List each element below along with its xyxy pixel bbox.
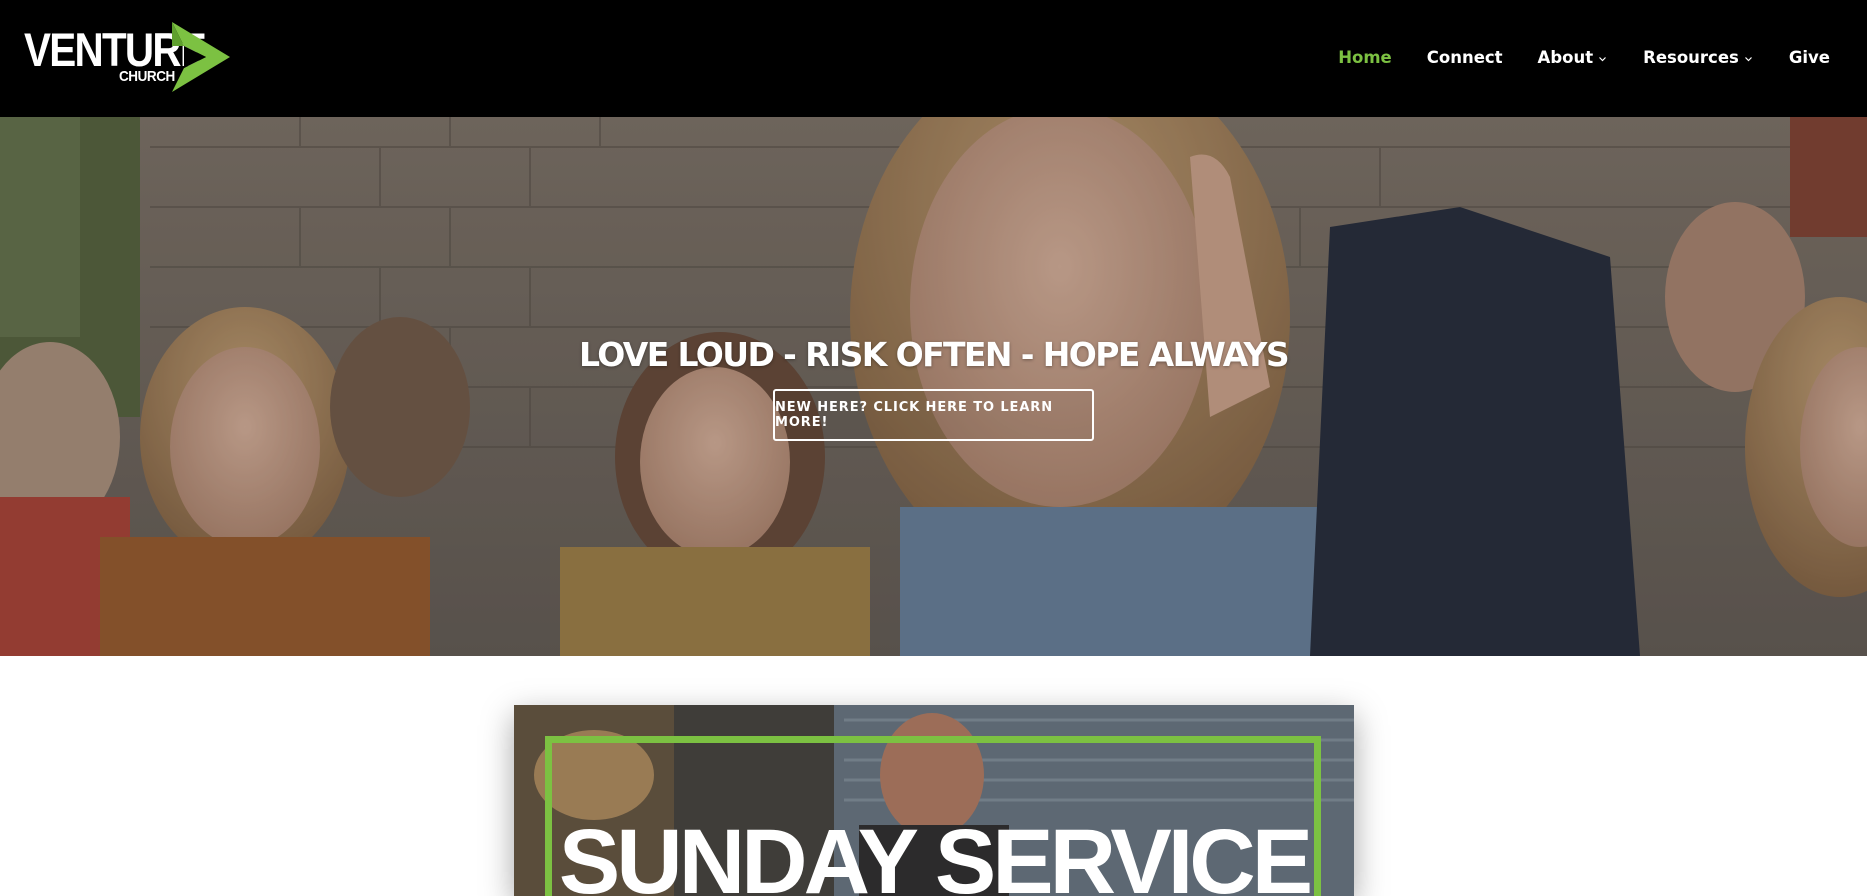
nav-item-label: Connect xyxy=(1426,48,1503,67)
nav-item-label: Home xyxy=(1338,48,1392,67)
nav-item-resources[interactable]: Resources xyxy=(1643,46,1754,70)
nav-item-label: About xyxy=(1537,48,1594,67)
main-navigation: Home Connect About Resources Give xyxy=(1303,46,1830,70)
learn-more-button[interactable]: NEW HERE? CLICK HERE TO LEARN MORE! xyxy=(773,389,1094,441)
play-triangle-icon xyxy=(172,22,230,92)
hero-banner: LOVE LOUD - RISK OFTEN - HOPE ALWAYS NEW… xyxy=(0,117,1867,656)
venture-church-logo[interactable]: VENTURE CHURCH xyxy=(24,22,230,94)
nav-item-about[interactable]: About xyxy=(1538,46,1609,70)
nav-item-give[interactable]: Give xyxy=(1789,46,1830,70)
nav-item-label: Resources xyxy=(1643,48,1739,67)
nav-item-connect[interactable]: Connect xyxy=(1427,46,1503,70)
site-header: VENTURE CHURCH Home Connect About Resour… xyxy=(0,0,1867,117)
hero-title: LOVE LOUD - RISK OFTEN - HOPE ALWAYS xyxy=(578,335,1290,374)
service-title: SUNDAY SERVICE xyxy=(558,811,1313,896)
chevron-down-icon xyxy=(1599,57,1607,62)
sunday-service-card[interactable]: SUNDAY SERVICE xyxy=(514,705,1354,896)
nav-item-home[interactable]: Home xyxy=(1338,46,1392,70)
hero-dark-overlay xyxy=(0,117,1867,656)
nav-item-label: Give xyxy=(1788,48,1830,67)
chevron-down-icon xyxy=(1744,57,1752,62)
